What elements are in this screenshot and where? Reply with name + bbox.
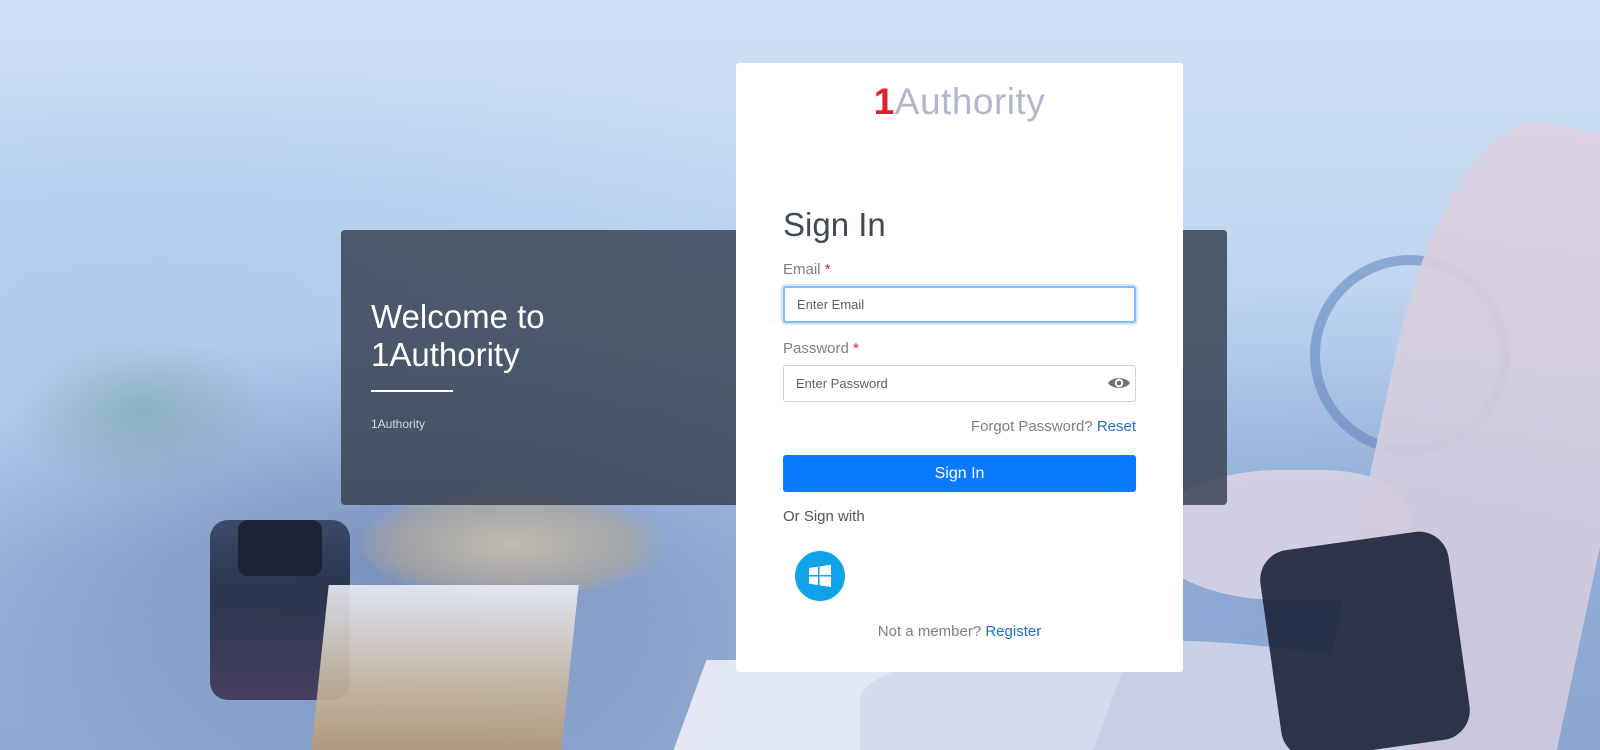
register-row: Not a member? Register	[736, 623, 1183, 640]
email-label: Email *	[783, 261, 831, 278]
email-field[interactable]	[783, 286, 1136, 323]
register-link[interactable]: Register	[985, 623, 1041, 640]
forgot-password-text: Forgot Password?	[970, 418, 1093, 435]
or-sign-with-label: Or Sign with	[783, 508, 865, 525]
page-title: Sign In	[783, 206, 886, 243]
background-plant	[10, 330, 270, 490]
welcome-divider	[371, 390, 453, 392]
signin-card: 1Authority Sign In Email * Password * Fo…	[736, 63, 1183, 672]
microsoft-signin-button[interactable]	[795, 551, 845, 601]
logo-text: Authority	[894, 81, 1046, 122]
email-required-marker: *	[824, 261, 831, 278]
brand-logo: 1Authority	[736, 80, 1183, 124]
forgot-password-row: Forgot Password? Reset	[971, 418, 1136, 435]
password-field[interactable]	[783, 365, 1136, 402]
reset-link[interactable]: Reset	[1097, 418, 1136, 435]
welcome-subtitle: 1Authority	[371, 417, 426, 431]
background-wooden-box	[311, 585, 579, 750]
not-member-text: Not a member?	[877, 623, 982, 640]
welcome-title: Welcome to 1Authority	[371, 298, 545, 373]
email-label-text: Email	[783, 261, 821, 278]
background-ink-cap	[238, 520, 322, 576]
password-label-text: Password	[783, 340, 849, 357]
password-required-marker: *	[853, 340, 859, 357]
eye-icon[interactable]	[1107, 375, 1131, 391]
password-label: Password *	[783, 340, 859, 357]
background-bread	[360, 490, 660, 600]
windows-logo-icon	[809, 564, 831, 587]
signin-button[interactable]: Sign In	[783, 455, 1136, 492]
logo-number: 1	[873, 81, 895, 122]
background-watch	[1256, 527, 1474, 750]
